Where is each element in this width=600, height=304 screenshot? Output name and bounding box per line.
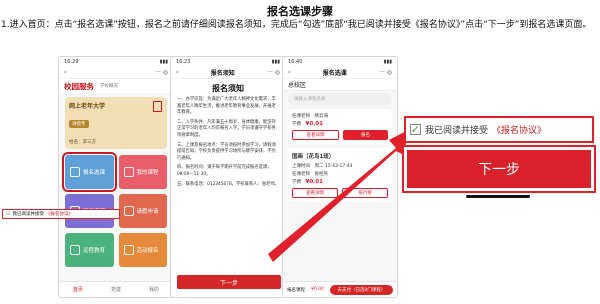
zoom-agree-row[interactable]: ✓ 我已阅读并接受 《报名协议》 [404,116,594,143]
checkmark-icon[interactable]: ✓ [410,123,421,136]
home-indicator [466,195,530,198]
zoom-next-button[interactable]: 下一步 [402,145,596,193]
zoom-agree-text: 我已阅读并接受 [425,126,489,136]
zoom-agreement-link[interactable]: 《报名协议》 [492,123,546,136]
arrow-shape [268,128,412,262]
